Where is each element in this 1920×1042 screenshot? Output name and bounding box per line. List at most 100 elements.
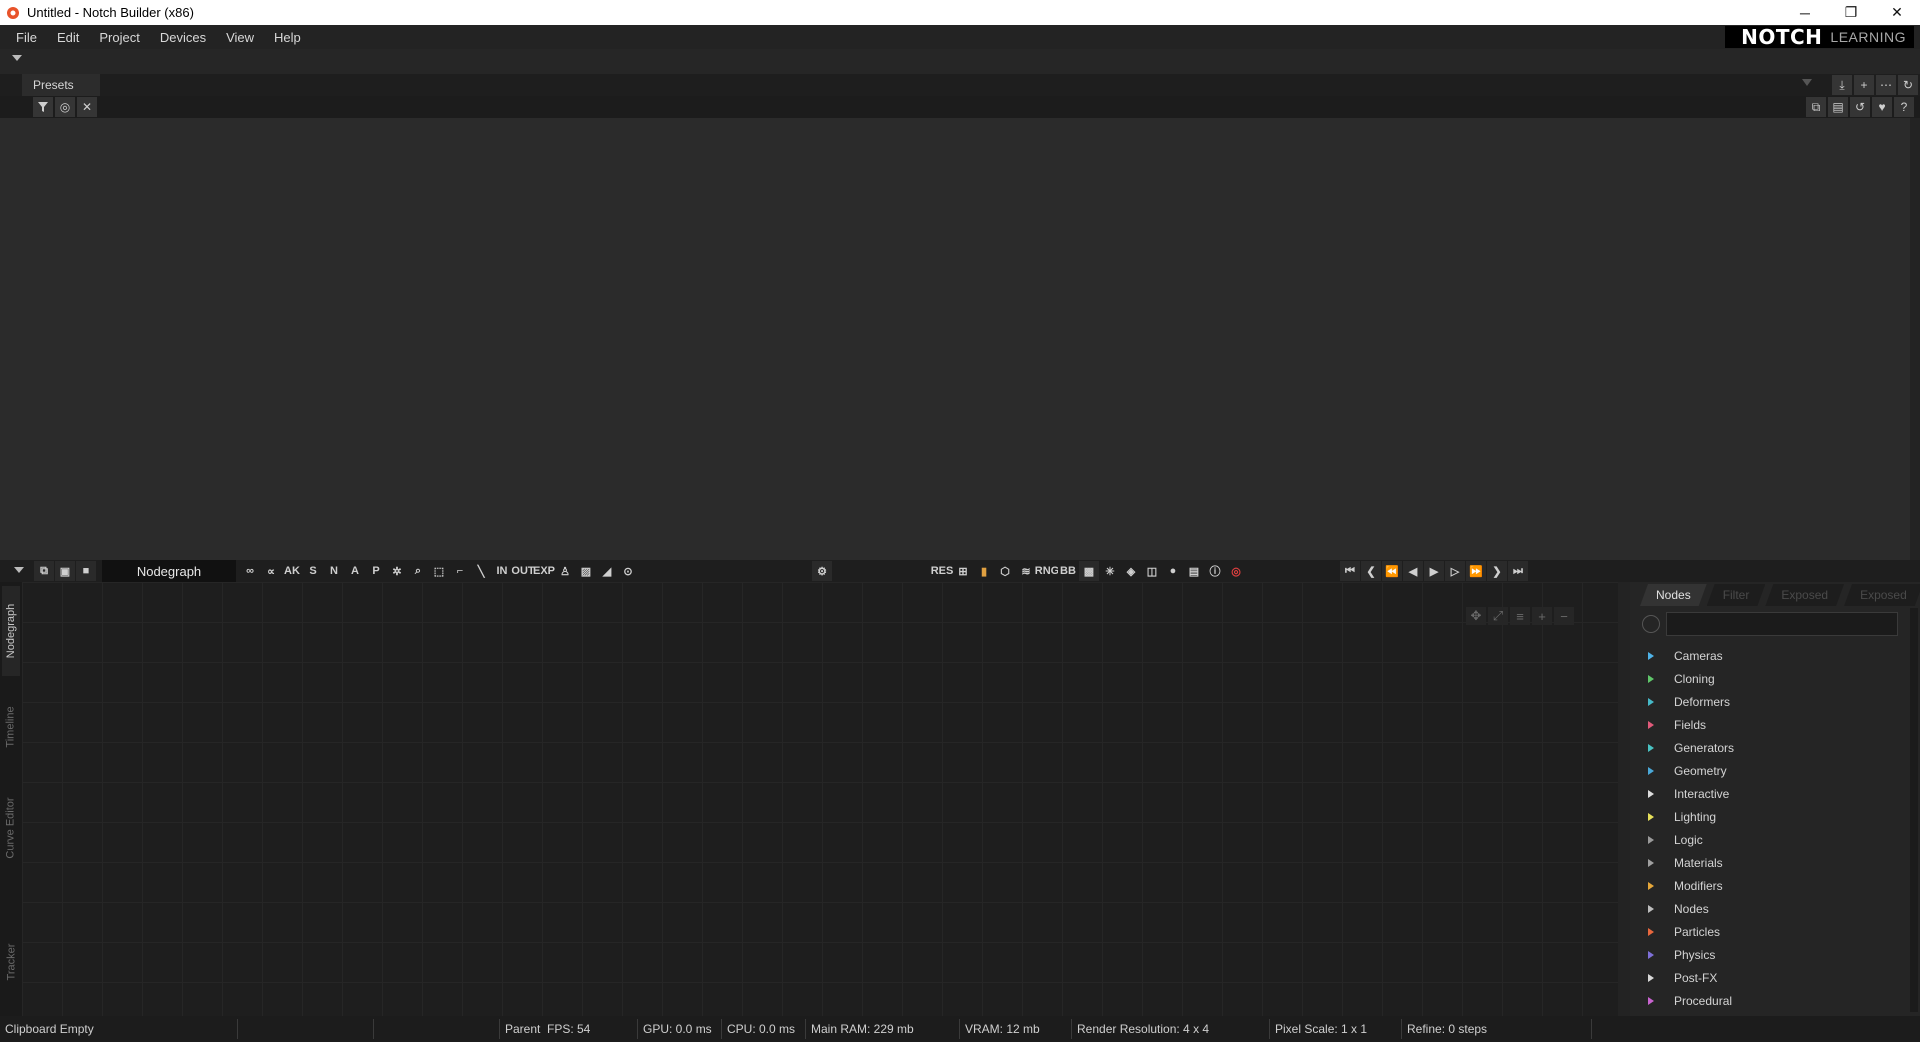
- bb-button[interactable]: BB: [1058, 561, 1078, 581]
- node-category-geometry[interactable]: Geometry: [1640, 759, 1900, 782]
- step-icon[interactable]: ⌐: [450, 561, 470, 581]
- tab-nodes[interactable]: Nodes: [1640, 584, 1707, 606]
- node-category-materials[interactable]: Materials: [1640, 851, 1900, 874]
- expand-arrow-icon[interactable]: [1648, 766, 1654, 775]
- skip-start-icon[interactable]: ⏮: [1340, 561, 1360, 581]
- target-icon[interactable]: ◎: [55, 97, 75, 117]
- plus-icon[interactable]: +: [1854, 75, 1874, 95]
- vr-icon[interactable]: ◫: [1142, 561, 1162, 581]
- clear-icon[interactable]: ✕: [77, 97, 97, 117]
- favorite-icon[interactable]: ♥: [1872, 97, 1892, 117]
- zoom-in-icon[interactable]: +: [1532, 607, 1552, 625]
- prev-key-icon[interactable]: ❮: [1361, 561, 1381, 581]
- search-toggle-icon[interactable]: [1642, 615, 1660, 633]
- expand-arrow-icon[interactable]: [1648, 973, 1654, 982]
- s-button[interactable]: S: [303, 561, 323, 581]
- step-back-icon[interactable]: ◀: [1403, 561, 1423, 581]
- exp-button[interactable]: EXP: [533, 561, 555, 581]
- n-button[interactable]: N: [324, 561, 344, 581]
- expand-arrow-icon[interactable]: [1648, 950, 1654, 959]
- rewind-icon[interactable]: ⏪: [1382, 561, 1402, 581]
- expand-arrow-icon[interactable]: [1648, 904, 1654, 913]
- filter-icon[interactable]: [33, 97, 53, 117]
- tab-exposed[interactable]: Exposed: [1765, 584, 1844, 606]
- checker-icon[interactable]: ▩: [1079, 561, 1099, 581]
- skip-end-icon[interactable]: ⏭: [1508, 561, 1528, 581]
- node-category-interactive[interactable]: Interactive: [1640, 782, 1900, 805]
- menu-devices[interactable]: Devices: [150, 30, 216, 45]
- expand-arrow-icon[interactable]: [1648, 835, 1654, 844]
- copy-icon[interactable]: ⧉: [1806, 97, 1826, 117]
- menu-file[interactable]: File: [0, 30, 47, 45]
- presets-dropdown-icon[interactable]: [1802, 79, 1812, 86]
- gear-icon[interactable]: ⚙: [812, 561, 832, 581]
- expand-arrow-icon[interactable]: [1648, 812, 1654, 821]
- expand-arrow-icon[interactable]: [1648, 789, 1654, 798]
- select-box-icon[interactable]: ⬚: [429, 561, 449, 581]
- in-button[interactable]: IN: [492, 561, 512, 581]
- node-category-cloning[interactable]: Cloning: [1640, 667, 1900, 690]
- node-category-fields[interactable]: Fields: [1640, 713, 1900, 736]
- settings-gear-icon[interactable]: ✲: [387, 561, 407, 581]
- download-icon[interactable]: ⤓: [1832, 75, 1852, 95]
- duplicate-node-icon[interactable]: ▣: [55, 561, 75, 581]
- side-tab-nodegraph[interactable]: Nodegraph: [2, 586, 20, 676]
- help-icon[interactable]: ?: [1894, 97, 1914, 117]
- node-category-nodes[interactable]: Nodes: [1640, 897, 1900, 920]
- tab-exposed-2[interactable]: Exposed: [1844, 584, 1920, 606]
- res-button[interactable]: RES: [931, 561, 953, 581]
- ramp-icon[interactable]: ◢: [597, 561, 617, 581]
- more-icon[interactable]: ⋯: [1876, 75, 1896, 95]
- tab-filter[interactable]: Filter: [1707, 584, 1766, 606]
- hatch-icon[interactable]: ▨: [576, 561, 596, 581]
- expand-arrow-icon[interactable]: [1648, 674, 1654, 683]
- expand-arrow-icon[interactable]: [1648, 996, 1654, 1005]
- node-category-cameras[interactable]: Cameras: [1640, 644, 1900, 667]
- grid-icon[interactable]: ⊞: [953, 561, 973, 581]
- next-key-icon[interactable]: ❯: [1487, 561, 1507, 581]
- panel-icon[interactable]: ▤: [1184, 561, 1204, 581]
- close-button[interactable]: ✕: [1874, 0, 1920, 25]
- light-icon[interactable]: ✳: [1100, 561, 1120, 581]
- nodegraph-canvas[interactable]: [22, 582, 1618, 1016]
- color-bars-icon[interactable]: ▮: [974, 561, 994, 581]
- fit-view-icon[interactable]: ⤢: [1488, 607, 1508, 625]
- rng-button[interactable]: RNG: [1035, 561, 1059, 581]
- node-category-post-fx[interactable]: Post-FX: [1640, 966, 1900, 989]
- nodes-scrollbar[interactable]: [1910, 608, 1918, 1012]
- menu-view[interactable]: View: [216, 30, 264, 45]
- node-search-input[interactable]: [1666, 612, 1898, 636]
- expand-arrow-icon[interactable]: [1648, 720, 1654, 729]
- layout-dropdown-icon[interactable]: [12, 55, 22, 61]
- node-category-logic[interactable]: Logic: [1640, 828, 1900, 851]
- zoom-out-icon[interactable]: −: [1554, 607, 1574, 625]
- play-icon[interactable]: ▶: [1424, 561, 1444, 581]
- minimize-button[interactable]: ─: [1782, 0, 1828, 25]
- align-icon[interactable]: ≡: [1510, 607, 1530, 625]
- record-icon[interactable]: ◎: [1226, 561, 1246, 581]
- maximize-button[interactable]: ❐: [1828, 0, 1874, 25]
- a-button[interactable]: A: [345, 561, 365, 581]
- expand-arrow-icon[interactable]: [1648, 881, 1654, 890]
- fast-forward-icon[interactable]: ⏩: [1466, 561, 1486, 581]
- cube-icon[interactable]: ⬡: [995, 561, 1015, 581]
- sphere-icon[interactable]: ●: [1163, 561, 1183, 581]
- expand-arrow-icon[interactable]: [1648, 651, 1654, 660]
- nodegraph-scrollbar[interactable]: [1618, 582, 1630, 1016]
- copy-node-icon[interactable]: ⧉: [34, 561, 54, 581]
- expand-arrow-icon[interactable]: [1648, 927, 1654, 936]
- expand-arrow-icon[interactable]: [1648, 858, 1654, 867]
- person-icon[interactable]: ♙: [555, 561, 575, 581]
- node-category-particles[interactable]: Particles: [1640, 920, 1900, 943]
- menu-edit[interactable]: Edit: [47, 30, 89, 45]
- tab-presets[interactable]: Presets: [22, 74, 100, 96]
- p-button[interactable]: P: [366, 561, 386, 581]
- node-category-modifiers[interactable]: Modifiers: [1640, 874, 1900, 897]
- refresh-icon[interactable]: ↻: [1898, 75, 1918, 95]
- link-icon[interactable]: ∞: [240, 561, 260, 581]
- info-icon[interactable]: ⓘ: [1205, 561, 1225, 581]
- menu-help[interactable]: Help: [264, 30, 311, 45]
- side-tab-tracker[interactable]: Tracker: [2, 912, 20, 1012]
- presets-scrollbar[interactable]: [1910, 118, 1920, 560]
- node-category-lighting[interactable]: Lighting: [1640, 805, 1900, 828]
